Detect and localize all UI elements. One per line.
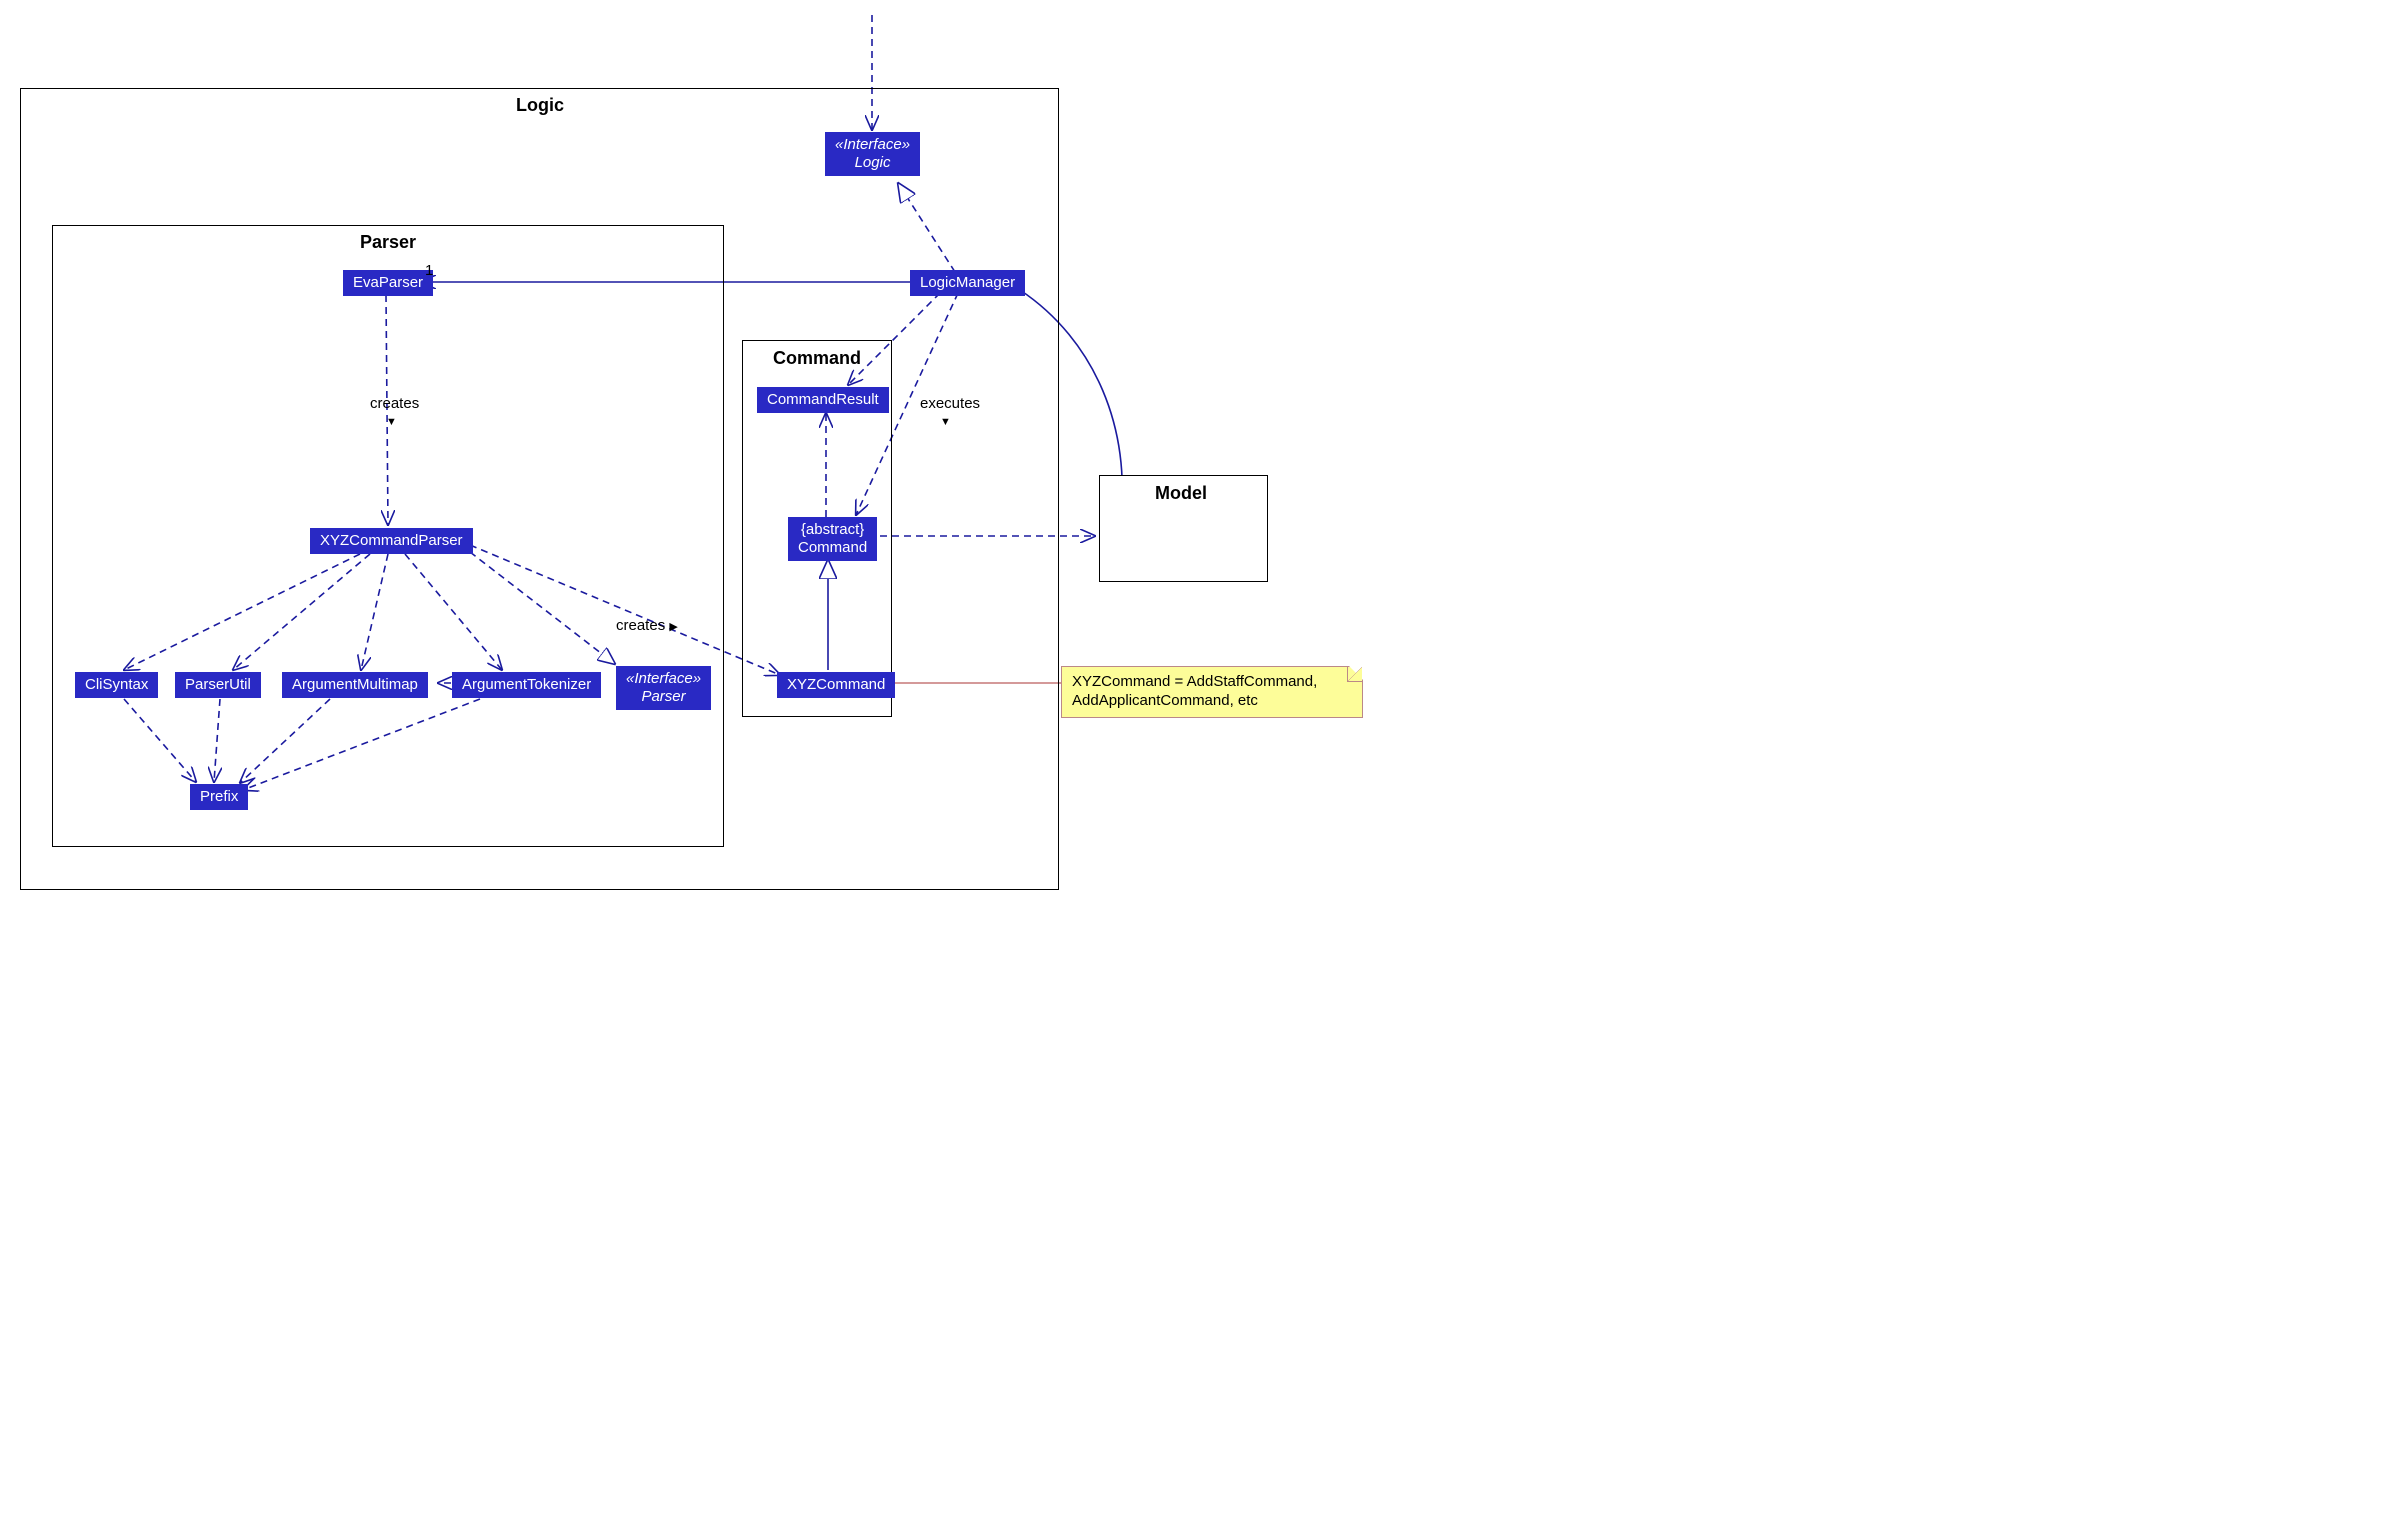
command-result-class: CommandResult [757, 387, 889, 413]
xyz-command-name: XYZCommand [787, 676, 885, 694]
xyz-command-parser-class: XYZCommandParser [310, 528, 473, 554]
prefix-name: Prefix [200, 788, 238, 806]
interface-parser-name: Parser [626, 688, 701, 706]
creates-label-1-text: creates [370, 395, 419, 412]
creates-label-1: creates ▼ [370, 395, 419, 429]
eva-parser-class: EvaParser [343, 270, 433, 296]
logic-frame-title: Logic [516, 95, 564, 116]
diagram-root: Logic Parser Command Model «Interface» L… [0, 0, 1479, 933]
note-line-1: XYZCommand = AddStaffCommand, [1072, 673, 1317, 690]
prefix-class: Prefix [190, 784, 248, 810]
eva-parser-name: EvaParser [353, 274, 423, 292]
abstract-command-stereotype: {abstract} [798, 521, 867, 539]
interface-logic-class: «Interface» Logic [825, 132, 920, 176]
abstract-command-class: {abstract} Command [788, 517, 877, 561]
parser-util-name: ParserUtil [185, 676, 251, 694]
interface-parser-class: «Interface» Parser [616, 666, 711, 710]
argument-multimap-name: ArgumentMultimap [292, 676, 418, 694]
cli-syntax-class: CliSyntax [75, 672, 158, 698]
creates-label-2-text: creates [616, 617, 665, 634]
xyz-command-parser-name: XYZCommandParser [320, 532, 463, 550]
creates-label-2: creates ▶ [616, 617, 678, 634]
executes-label-text: executes [920, 395, 980, 412]
interface-parser-stereotype: «Interface» [626, 670, 701, 688]
xyz-command-note: XYZCommand = AddStaffCommand, AddApplica… [1061, 666, 1363, 718]
argument-tokenizer-class: ArgumentTokenizer [452, 672, 601, 698]
xyz-command-class: XYZCommand [777, 672, 895, 698]
logic-manager-name: LogicManager [920, 274, 1015, 292]
model-frame-title: Model [1155, 483, 1207, 504]
argument-tokenizer-name: ArgumentTokenizer [462, 676, 591, 694]
argument-multimap-class: ArgumentMultimap [282, 672, 428, 698]
interface-logic-stereotype: «Interface» [835, 136, 910, 154]
logic-manager-class: LogicManager [910, 270, 1025, 296]
eva-parser-multiplicity: 1 [425, 262, 433, 279]
abstract-command-name: Command [798, 539, 867, 557]
command-result-name: CommandResult [767, 391, 879, 409]
parser-frame-title: Parser [360, 232, 416, 253]
creates-label-2-arrow: ▶ [669, 620, 677, 633]
command-frame-title: Command [773, 348, 861, 369]
interface-logic-name: Logic [835, 154, 910, 172]
executes-label: executes ▼ [920, 395, 980, 429]
note-line-2: AddApplicantCommand, etc [1072, 692, 1258, 709]
cli-syntax-name: CliSyntax [85, 676, 148, 694]
parser-util-class: ParserUtil [175, 672, 261, 698]
creates-label-1-arrow: ▼ [386, 416, 397, 428]
executes-label-arrow: ▼ [940, 416, 951, 428]
